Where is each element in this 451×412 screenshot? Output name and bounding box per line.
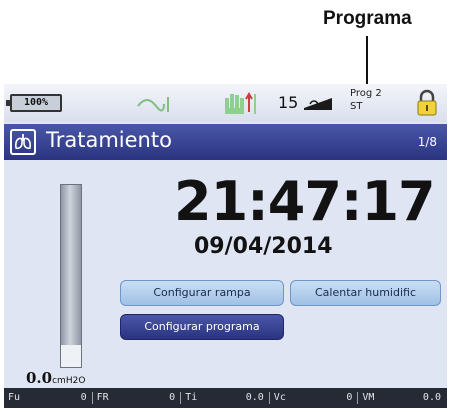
- page-title: Tratamiento: [46, 128, 172, 152]
- metric-fr: FR 0: [93, 388, 182, 408]
- callout-pointer-line: [366, 36, 368, 84]
- metric-label: Ti: [185, 392, 198, 403]
- metric-fu: Fu 0: [4, 388, 93, 408]
- lock-icon[interactable]: [416, 89, 438, 117]
- battery-level: 100%: [23, 97, 49, 108]
- heat-humidifier-button[interactable]: Calentar humidific: [290, 280, 441, 306]
- lungs-icon[interactable]: [10, 129, 36, 155]
- pressure-unit: cmH2O: [52, 376, 86, 386]
- program-indicator: Prog 2 ST: [350, 87, 382, 113]
- battery-icon: 100%: [6, 94, 62, 112]
- configure-program-button[interactable]: Configurar programa: [120, 314, 284, 340]
- metric-label: Vc: [273, 392, 286, 403]
- status-bar: 100% 15 Prog 2 ST: [4, 84, 447, 122]
- metrics-bar: Fu 0 FR 0 Ti 0.0 Vc 0 VM 0.0: [4, 388, 447, 408]
- hand-icon: [225, 92, 256, 114]
- metric-value: 0.0: [245, 392, 264, 403]
- device-screen: 100% 15 Prog 2 ST Tratamiento 1/8 0.0cmH…: [4, 84, 447, 408]
- program-mode: ST: [350, 101, 363, 112]
- humidifier-icon: [304, 98, 332, 110]
- callout-label-programa: Programa: [323, 8, 412, 29]
- metric-vm: VM 0.0: [358, 388, 447, 408]
- metric-vc: Vc 0: [270, 388, 359, 408]
- metric-label: Fu: [8, 392, 21, 403]
- metric-value: 0.0: [422, 392, 441, 403]
- pressure-gauge: [60, 184, 82, 368]
- pressure-value: 0.0: [26, 369, 53, 387]
- menu-header: Tratamiento 1/8: [4, 124, 447, 160]
- metric-label: VM: [362, 392, 375, 403]
- metric-ti: Ti 0.0: [181, 388, 270, 408]
- metric-value: 0: [346, 392, 353, 403]
- clock-time: 21:47:17: [174, 170, 436, 233]
- page-indicator: 1/8: [417, 135, 437, 149]
- metric-value: 0: [80, 392, 87, 403]
- clock-date: 09/04/2014: [194, 234, 333, 259]
- metric-label: FR: [96, 392, 109, 403]
- pressure-gauge-fill: [61, 345, 81, 367]
- configure-ramp-button[interactable]: Configurar rampa: [120, 280, 284, 306]
- program-name: Prog 2: [350, 88, 382, 99]
- wave-icon: [137, 97, 169, 112]
- pressure-readout: 0.0cmH2O: [26, 369, 85, 387]
- humidifier-level: 15: [278, 93, 299, 112]
- metric-value: 0: [169, 392, 176, 403]
